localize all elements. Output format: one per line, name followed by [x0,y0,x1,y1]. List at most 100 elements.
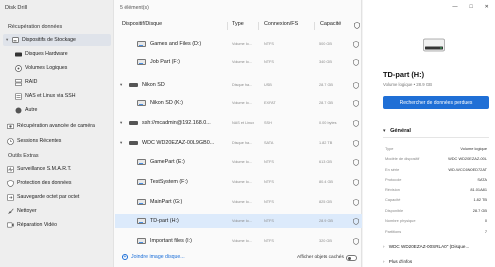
column-separator[interactable] [258,22,259,30]
raid-icon [15,78,22,86]
property-key: Révision [385,187,400,192]
partition-icon [137,159,146,165]
property-key: Nombre physique [385,218,416,223]
table-row[interactable]: TD-part (H:) Volume lo... NTFS 28.9 GB [115,214,362,228]
sidebar-item-raid[interactable]: RAID [3,76,111,88]
sidebar-item-label: Disques Hardware [25,51,68,57]
property-key: Partitions [385,229,402,234]
row-type: Volume lo... [232,239,252,243]
accordion-more-info[interactable]: › Plus d'infos [383,259,412,264]
partition-icon [137,100,146,106]
sidebar-item-camera-recovery[interactable]: Récupération avancée de caméra [3,120,111,132]
column-separator[interactable] [314,22,315,30]
accordion-parent-disk[interactable]: › WDC WD20EZAZ-00SRLA0" (Disque... [383,244,469,249]
row-type: Volume lo... [232,42,252,46]
column-header-type[interactable]: Type [232,21,244,31]
row-device-name: Job Part (F:) [150,59,180,65]
shield-icon[interactable] [353,100,359,109]
table-row[interactable]: ▾ ssh://mcadmin@192.168.0... NAS et Linux S… [115,116,362,130]
row-type: Volume lo... [232,101,252,105]
table-row[interactable]: GamePart (E:) Volume lo... NTFS 613 GB [115,155,362,169]
row-capacity: 28.9 GB [319,219,333,223]
row-device-name: WDC WD20EZAZ-00L9GB0... [142,140,215,146]
shield-icon [354,22,360,32]
shield-icon[interactable] [353,120,359,129]
row-type: Volume lo... [232,200,252,204]
property-value: WDC WD20EZAZ-00L [448,156,487,161]
sidebar-item-storage-devices[interactable]: ▾ Dispositifs de Stockage [3,34,111,46]
row-capacity: 500 GB [319,42,332,46]
row-connection: NTFS [264,239,274,243]
sidebar-item-label: Sauvegarde octet par octet [17,194,80,200]
column-separator[interactable] [227,22,228,30]
shield-icon[interactable] [353,140,359,149]
row-capacity: 1.82 TB [319,141,333,145]
partition-icon [137,238,146,244]
shield-icon[interactable] [353,82,359,91]
sidebar-item-data-protection[interactable]: Protection des données [3,177,111,189]
shield-icon[interactable] [353,218,359,227]
row-capacity: 28.7 GB [319,101,333,105]
recent-sessions-icon [7,137,14,145]
row-connection: NTFS [264,60,274,64]
sidebar-item-recent-sessions[interactable]: Sessions Récentes [3,135,111,147]
general-section-label: Général [390,128,411,134]
shield-icon[interactable] [353,159,359,168]
show-hidden-toggle[interactable] [346,255,357,261]
row-connection: NTFS [264,42,274,46]
row-type: Volume lo... [232,219,252,223]
row-capacity: 0.00 bytes [319,121,337,125]
sidebar-item-logical-volumes[interactable]: Volumes Logiques [3,62,111,74]
table-row[interactable]: MainPart (G:) Volume lo... NTFS 825 GB [115,195,362,209]
table-row[interactable]: Nikon SD (K:) Volume lo... EXFAT 28.7 GB [115,96,362,110]
chevron-down-icon[interactable]: ▾ [120,120,122,126]
shield-icon[interactable] [353,238,359,247]
sidebar-item-byte-backup[interactable]: Sauvegarde octet par octet [3,191,111,203]
table-row[interactable]: Games and Files (D:) Volume lo... NTFS 500 … [115,37,362,51]
row-device-name: TD-part (H:) [150,218,179,224]
table-row[interactable]: ▾ Nikon SD Disque ha... USB 28.7 GB [115,78,362,92]
search-lost-data-button[interactable]: Rechercher de données perdues [383,96,489,109]
column-header-connection[interactable]: Connexion/FS [264,21,298,31]
shield-icon[interactable] [353,59,359,68]
sidebar-item-nas-ssh[interactable]: NAS et Linux via SSH [3,90,111,102]
shield-icon[interactable] [353,179,359,188]
property-value: SATA [477,177,487,182]
property-key: Type [385,146,394,151]
chevron-down-icon[interactable]: ▾ [6,37,11,43]
sidebar-item-video-repair[interactable]: Réparation Vidéo [3,219,111,231]
column-header-capacity[interactable]: Capacité [320,21,341,31]
accordion-label: Plus d'infos [388,259,413,264]
add-disk-image-link[interactable]: + Joindre image disque... [122,254,185,260]
shield-icon [7,179,14,187]
sidebar-item-other[interactable]: Autre [3,104,111,116]
item-count: 5 élément(s) [120,5,149,11]
smart-monitor-icon [7,165,14,173]
table-row[interactable]: Job Part (F:) Volume lo... NTFS 340 GB [115,55,362,69]
close-button[interactable]: ✕ [485,4,489,10]
row-connection: NTFS [264,200,274,204]
chevron-down-icon[interactable]: ▾ [120,82,122,88]
column-header-device[interactable]: Dispositif/Disque [122,21,162,31]
table-row[interactable]: ▾ WDC WD20EZAZ-00L9GB0... Disque ha... SATA… [115,136,362,150]
row-capacity: 340 GB [319,60,332,64]
property-key: Modèle de dispositif [385,156,420,161]
sidebar-item-smart-monitoring[interactable]: Surveillance S.M.A.R.T. [3,163,111,175]
row-device-name: Nikon SD (K:) [150,100,183,106]
shield-icon[interactable] [353,41,359,50]
minimize-button[interactable]: — [452,4,457,10]
general-section-toggle[interactable]: ▾ Général [383,128,411,134]
sidebar-item-cleanup[interactable]: Nettoyer [3,205,111,217]
hard-disk-icon [129,83,138,87]
row-capacity: 825 GB [319,200,332,204]
maximize-button[interactable]: □ [470,4,473,10]
row-device-name: MainPart (G:) [150,199,183,205]
table-row[interactable]: TestSystem (F:) Volume lo... NTFS 80.4 GB [115,175,362,189]
device-subtitle: Volume logique • 28.9 GB [383,82,433,87]
table-row[interactable]: Important files (I:) Volume lo... NTFS 320 … [115,234,362,248]
property-value: 7 [484,229,487,234]
chevron-down-icon[interactable]: ▾ [120,140,122,146]
shield-icon[interactable] [353,199,359,208]
sidebar-item-hardware-disks[interactable]: Disques Hardware [3,48,111,60]
other-icon [15,107,22,114]
